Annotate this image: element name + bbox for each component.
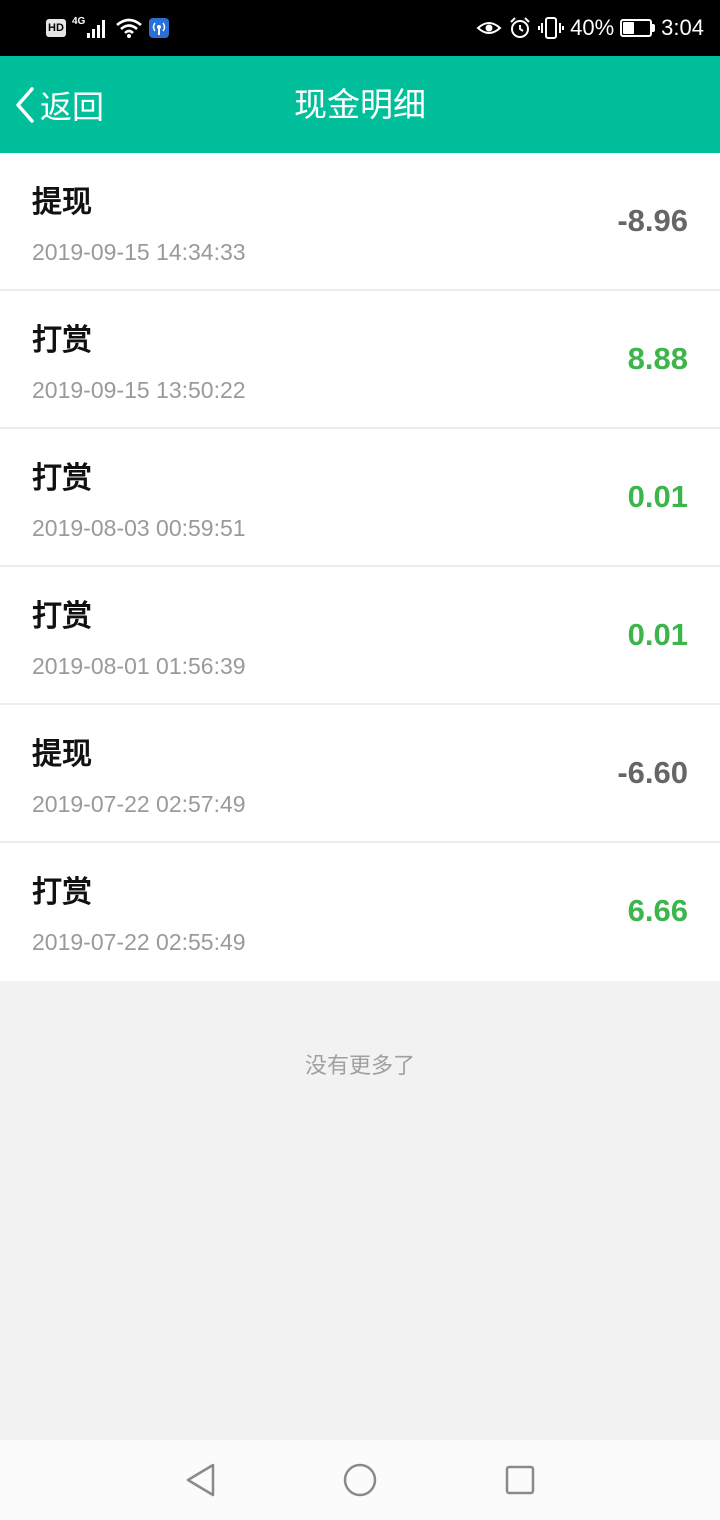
eye-icon <box>476 22 502 34</box>
transaction-type: 打赏 <box>32 599 92 634</box>
transaction-amount: -6.60 <box>617 755 688 790</box>
transaction-row[interactable]: 提现 2019-09-15 14:34:33 -8.96 <box>0 153 720 291</box>
transaction-type: 打赏 <box>32 461 92 496</box>
hd-icon: HD <box>46 19 66 37</box>
chevron-left-icon <box>16 86 34 123</box>
recents-square-icon <box>505 1465 535 1495</box>
title-bar: 返回 现金明细 <box>0 56 720 153</box>
alarm-icon <box>510 17 530 38</box>
transaction-type: 打赏 <box>32 323 92 358</box>
network-type: 4G <box>72 15 86 27</box>
status-left: HD 4G <box>46 14 170 42</box>
back-button[interactable]: 返回 <box>12 56 104 153</box>
transaction-type: 提现 <box>32 185 92 220</box>
transaction-amount: -8.96 <box>617 203 688 238</box>
transaction-amount: 6.66 <box>627 893 688 928</box>
wifi-icon <box>116 18 143 38</box>
clock: 3:04 <box>661 15 704 40</box>
back-label: 返回 <box>40 87 105 126</box>
status-right: 40% 3:04 <box>476 12 704 44</box>
transaction-row[interactable]: 打赏 2019-08-01 01:56:39 0.01 <box>0 567 720 705</box>
transaction-row[interactable]: 打赏 2019-07-22 02:55:49 6.66 <box>0 843 720 981</box>
page-title: 现金明细 <box>294 85 426 124</box>
transaction-amount: 8.88 <box>627 341 688 376</box>
transaction-row[interactable]: 打赏 2019-09-15 13:50:22 8.88 <box>0 291 720 429</box>
battery-icon <box>620 19 656 37</box>
nav-recents-button[interactable] <box>498 1458 542 1502</box>
transaction-time: 2019-07-22 02:55:49 <box>32 929 246 955</box>
transaction-time: 2019-09-15 14:34:33 <box>32 239 246 265</box>
transaction-type: 提现 <box>32 737 92 772</box>
transaction-row[interactable]: 提现 2019-07-22 02:57:49 -6.60 <box>0 705 720 843</box>
home-circle-icon <box>343 1463 377 1497</box>
transaction-time: 2019-08-03 00:59:51 <box>32 515 246 541</box>
transaction-list: 提现 2019-09-15 14:34:33 -8.96 打赏 2019-09-… <box>0 153 720 981</box>
no-more-text: 没有更多了 <box>304 1054 415 1079</box>
transaction-amount: 0.01 <box>627 617 688 652</box>
nav-back-button[interactable] <box>178 1458 222 1502</box>
transaction-time: 2019-08-01 01:56:39 <box>32 653 246 679</box>
signal-icon <box>87 20 106 38</box>
nav-home-button[interactable] <box>338 1458 382 1502</box>
transaction-amount: 0.01 <box>627 479 688 514</box>
vibrate-icon <box>538 17 565 39</box>
hotspot-icon <box>149 18 170 38</box>
nav-bar <box>0 1440 720 1520</box>
transaction-time: 2019-07-22 02:57:49 <box>32 791 246 817</box>
transaction-row[interactable]: 打赏 2019-08-03 00:59:51 0.01 <box>0 429 720 567</box>
battery-fill <box>623 22 635 34</box>
transaction-type: 打赏 <box>32 875 92 910</box>
transaction-time: 2019-09-15 13:50:22 <box>32 377 246 403</box>
battery-percent: 40% <box>570 15 615 40</box>
back-triangle-icon <box>186 1463 215 1497</box>
status-bar: HD 4G 40% 3:04 <box>0 0 720 56</box>
